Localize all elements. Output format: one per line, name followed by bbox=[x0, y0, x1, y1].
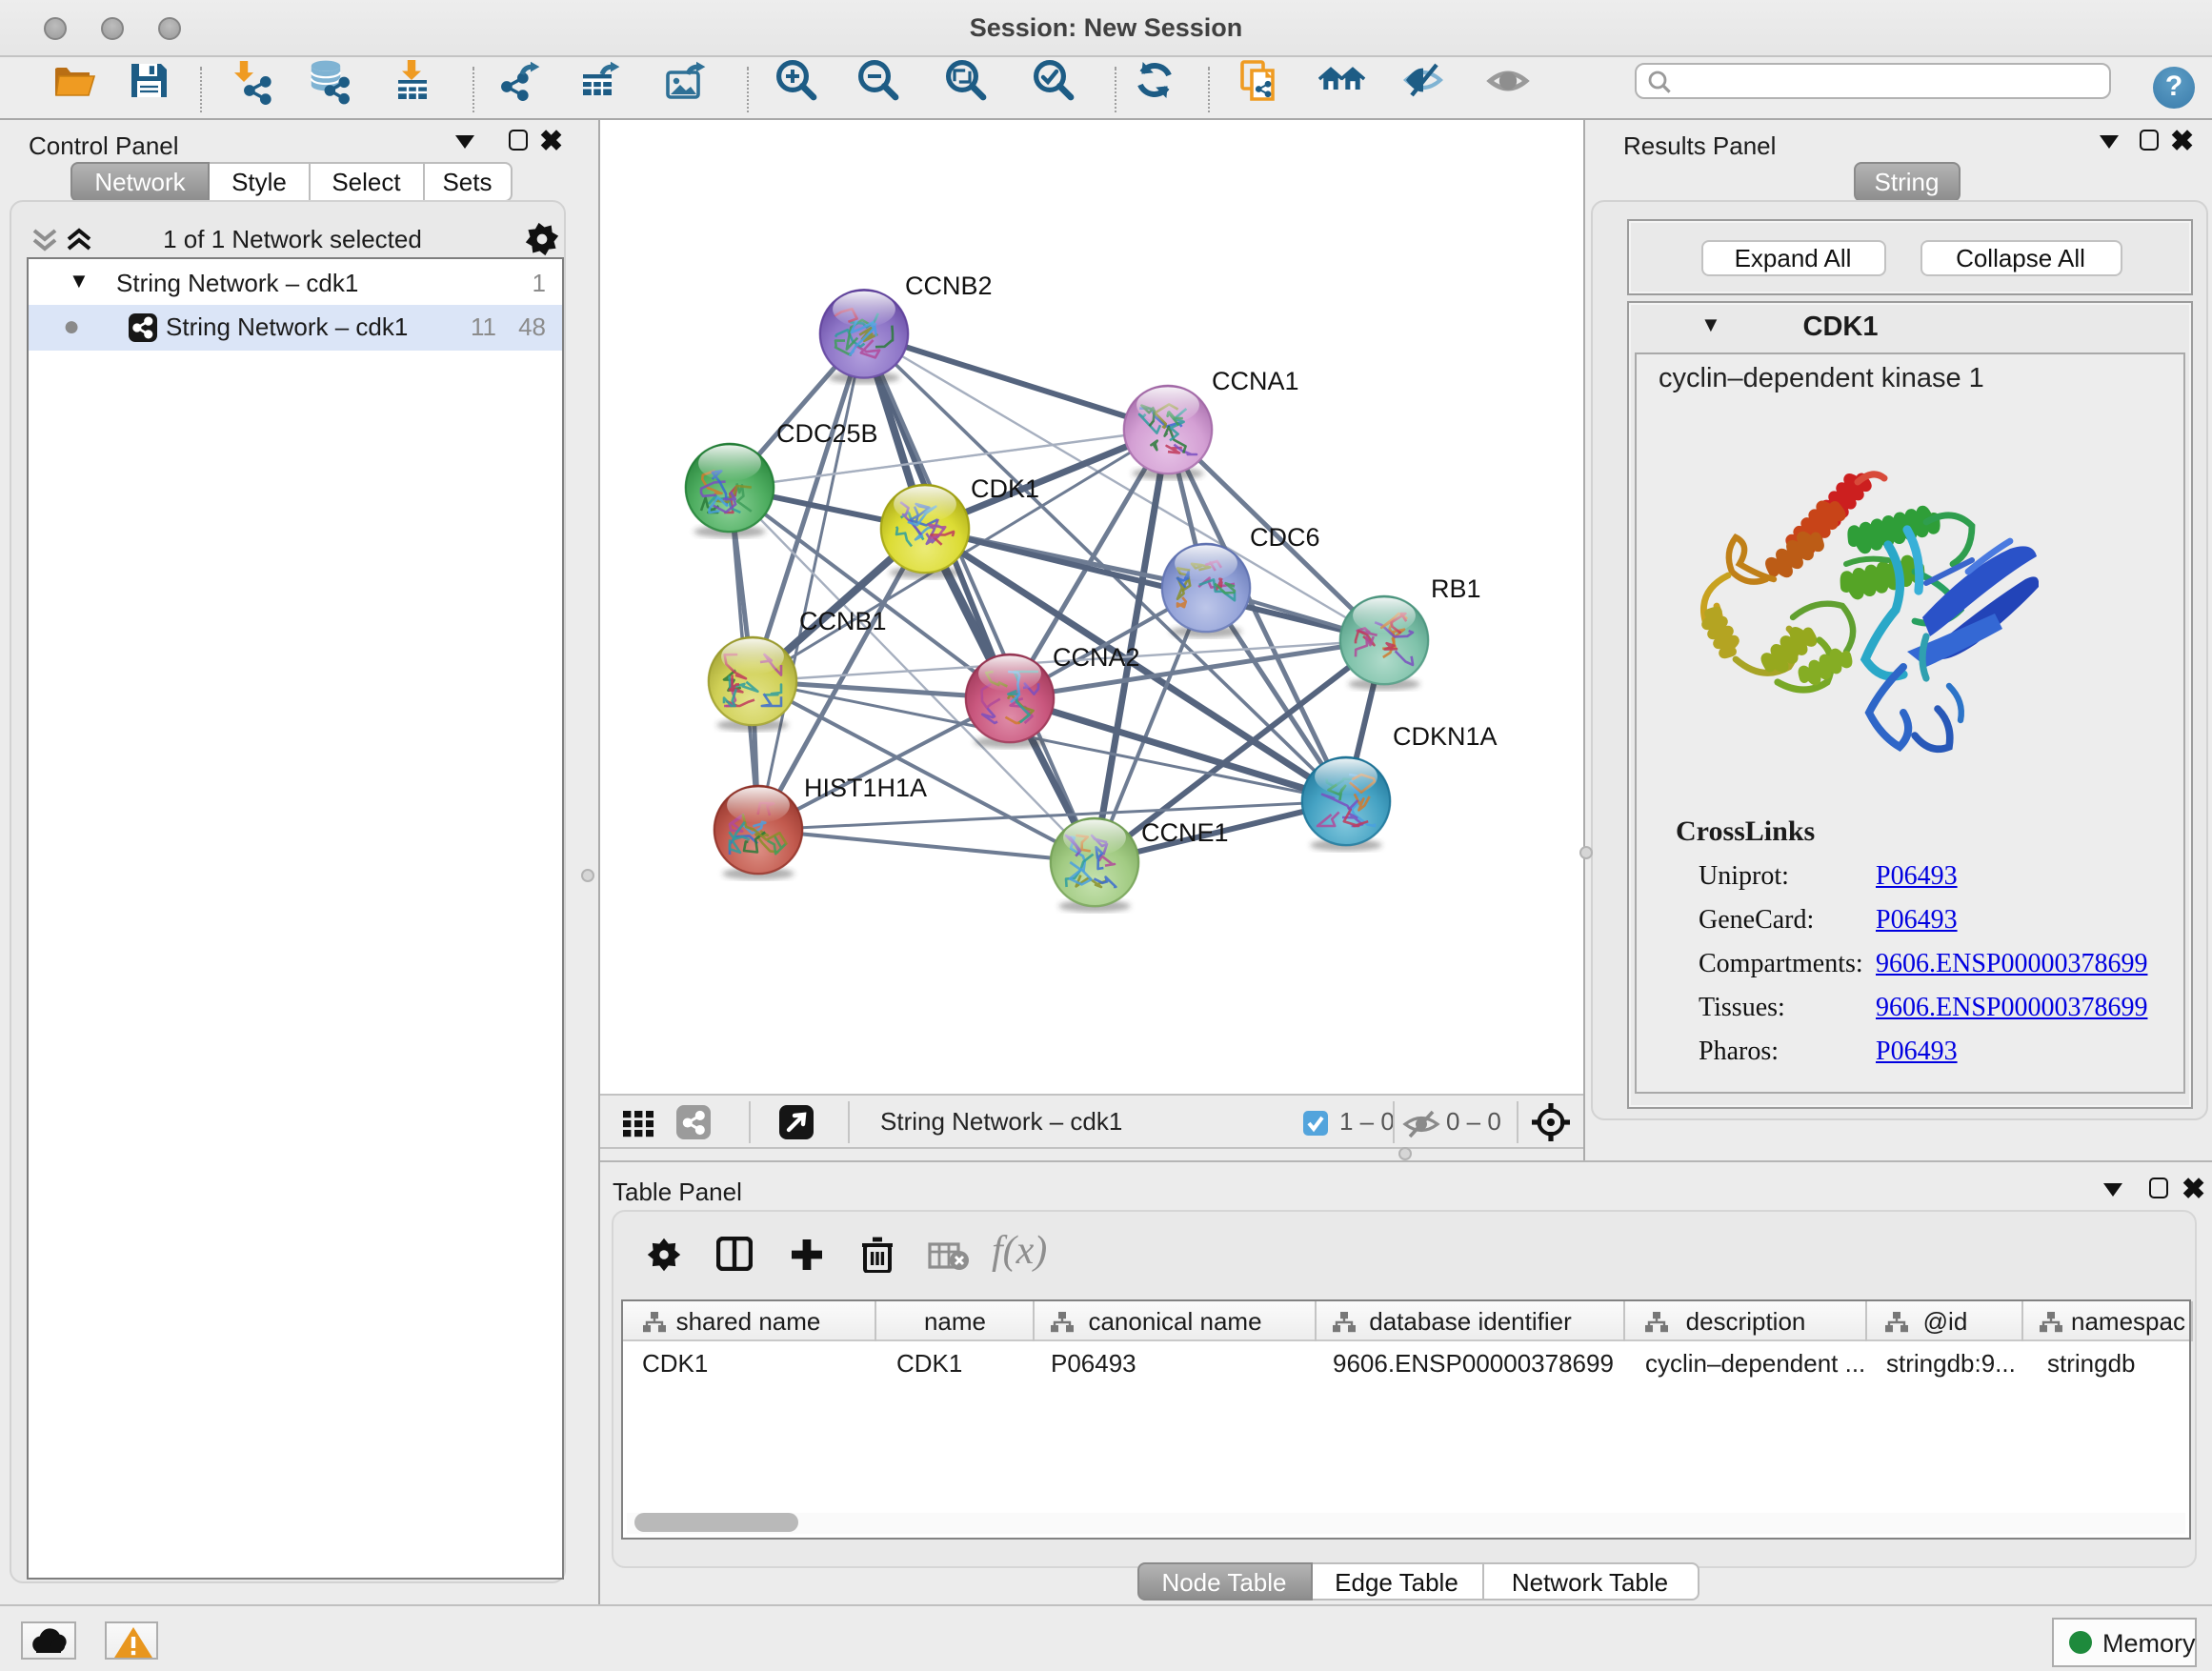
svg-text:CCNA2: CCNA2 bbox=[1053, 642, 1140, 671]
svg-text:CCNE1: CCNE1 bbox=[1141, 817, 1229, 846]
svg-text:CDK1: CDK1 bbox=[971, 473, 1039, 502]
svg-text:CDC25B: CDC25B bbox=[776, 418, 878, 447]
svg-text:HIST1H1A: HIST1H1A bbox=[804, 773, 927, 801]
svg-text:CCNB2: CCNB2 bbox=[905, 271, 993, 299]
svg-text:CDKN1A: CDKN1A bbox=[1393, 721, 1498, 750]
svg-text:RB1: RB1 bbox=[1431, 574, 1481, 602]
svg-text:CDC6: CDC6 bbox=[1250, 522, 1320, 551]
svg-text:CCNB1: CCNB1 bbox=[799, 606, 887, 634]
svg-text:CCNA1: CCNA1 bbox=[1212, 366, 1299, 394]
